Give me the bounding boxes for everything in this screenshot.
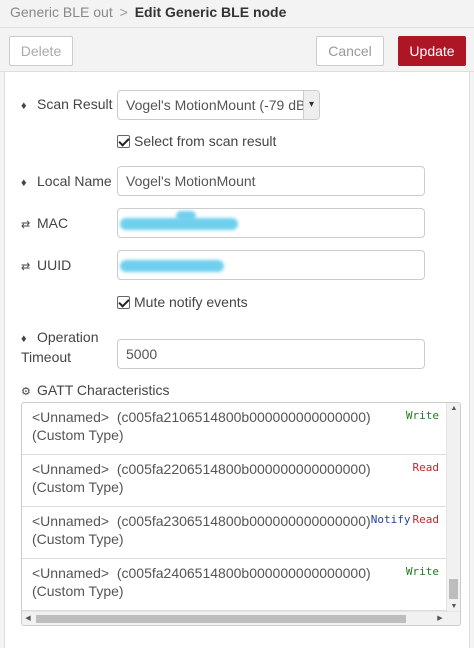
uuid-input[interactable] [117,250,425,280]
breadcrumb-separator: > [119,4,128,20]
read-badge: Read [412,513,440,526]
tag-icon: ♦ [21,100,27,112]
properties-panel: ♦ Scan Result Vogel's MotionMount (-79 dB… [4,72,470,648]
gear-icon: ⚙ [21,386,31,398]
horizontal-scrollbar[interactable]: ◀ ▶ [22,611,460,625]
scan-result-select[interactable]: Vogel's MotionMount (-79 dBm) ▾ [117,90,320,120]
operation-timeout-input[interactable]: 5000 [117,339,425,369]
vertical-scroll-thumb[interactable] [449,579,458,599]
gatt-list-item[interactable]: <Unnamed> (c005fa2206514800b000000000000… [22,455,447,507]
scan-result-label: ♦ Scan Result [21,96,113,112]
scroll-up-icon[interactable]: ▲ [447,403,460,415]
checkbox-checked-icon[interactable] [117,135,130,148]
gatt-list-item[interactable]: <Unnamed> (c005fa2306514800b000000000000… [22,507,447,559]
gatt-label: ⚙ GATT Characteristics [21,382,170,398]
uuid-label: ⇄ UUID [21,257,72,273]
shuffle-icon: ⇄ [21,219,31,231]
gatt-list-item[interactable]: <Unnamed> (c005fa2406514800b000000000000… [22,559,447,611]
mac-label: ⇄ MAC [21,215,69,231]
write-badge: Write [405,565,439,578]
horizontal-scroll-thumb[interactable] [36,615,406,623]
gatt-characteristics-list[interactable]: <Unnamed> (c005fa2106514800b000000000000… [21,402,461,626]
redacted-uuid-value [120,260,224,272]
select-from-scan-checkbox[interactable]: Select from scan result [117,133,276,149]
checkbox-checked-icon[interactable] [117,296,130,309]
cancel-button[interactable]: Cancel [316,36,384,66]
dialog-toolbar: Delete Cancel Update [0,28,474,72]
breadcrumb-current: Edit Generic BLE node [134,4,287,20]
read-badge: Read [412,461,440,474]
gatt-list-item[interactable]: <Unnamed> (c005fa2106514800b000000000000… [22,403,447,455]
operation-timeout-label: ♦ Operation Timeout [21,329,99,365]
write-badge: Write [405,409,439,422]
redacted-mac-value-top [176,211,196,221]
local-name-input[interactable]: Vogel's MotionMount [117,166,425,196]
breadcrumb-parent[interactable]: Generic BLE out [10,4,113,20]
update-button[interactable]: Update [398,36,466,66]
tag-icon: ♦ [21,333,27,345]
tag-icon: ♦ [21,177,27,189]
notify-badge: Notify [370,513,411,526]
delete-button[interactable]: Delete [9,36,73,66]
scroll-right-icon[interactable]: ▶ [434,612,446,625]
local-name-label: ♦ Local Name [21,173,112,189]
mute-notify-checkbox[interactable]: Mute notify events [117,294,248,310]
chevron-down-icon[interactable]: ▾ [303,91,319,119]
vertical-scrollbar[interactable]: ▲ ▼ [446,403,460,613]
breadcrumb: Generic BLE out > Edit Generic BLE node [0,0,474,28]
shuffle-icon: ⇄ [21,261,31,273]
scroll-left-icon[interactable]: ◀ [22,612,34,625]
mac-input[interactable] [117,208,425,238]
